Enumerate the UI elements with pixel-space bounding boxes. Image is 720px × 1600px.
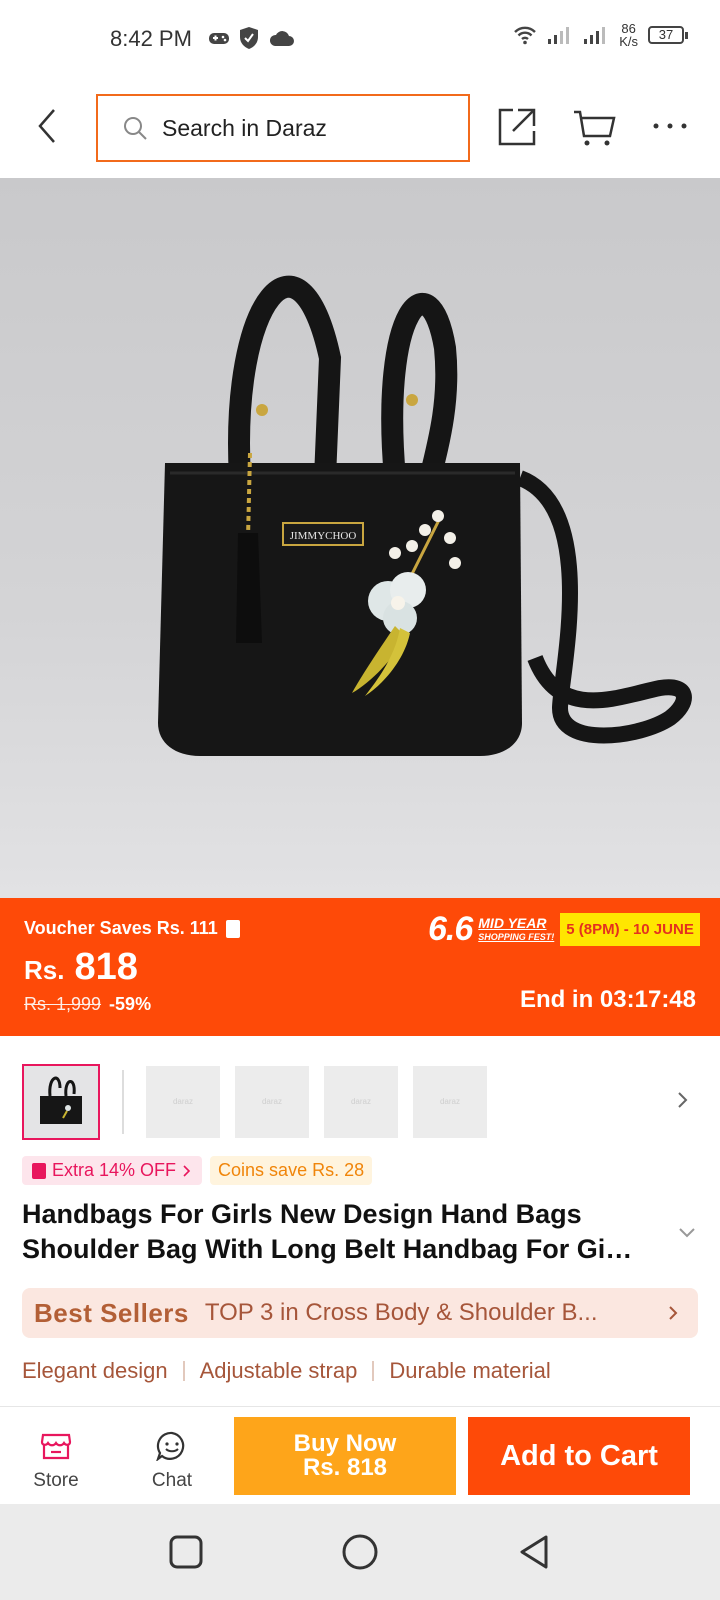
coins-chip[interactable]: Coins save Rs. 28 <box>210 1156 373 1185</box>
buy-now-label: Buy Now <box>293 1430 397 1457</box>
thumbnail[interactable]: daraz <box>146 1066 220 1138</box>
share-icon <box>498 108 536 146</box>
feature-item: Elegant design <box>22 1358 168 1383</box>
voucher-text: Voucher Saves Rs. 111 <box>24 918 218 938</box>
signal-icon <box>548 27 570 44</box>
add-to-cart-button[interactable]: Add to Cart <box>468 1417 690 1495</box>
network-speed: 86 K/s <box>619 22 638 48</box>
recent-apps-button[interactable] <box>166 1532 206 1572</box>
thumbnail[interactable]: daraz <box>235 1066 309 1138</box>
price-value: 818 <box>74 946 138 988</box>
shield-icon <box>240 27 258 49</box>
more-icon <box>653 123 687 129</box>
campaign-badge: 6.6 MID YEAR SHOPPING FEST! 5 (8PM) - 10… <box>428 910 700 949</box>
product-title: Handbags For Girls New Design Hand Bags … <box>22 1199 633 1264</box>
battery-icon: 37 <box>648 26 688 44</box>
status-icons-right: 86 K/s 37 <box>513 22 688 48</box>
voucher-icon <box>225 919 240 938</box>
status-icons-left <box>208 26 294 50</box>
cart-button[interactable] <box>572 106 616 148</box>
store-button[interactable]: Store <box>28 1431 84 1492</box>
chat-label: Chat <box>151 1470 193 1491</box>
cart-icon <box>574 110 616 146</box>
more-options-button[interactable] <box>650 108 690 144</box>
chat-icon <box>155 1431 185 1462</box>
campaign-title-text: MID YEAR <box>478 914 547 931</box>
network-speed-unit: K/s <box>619 34 638 49</box>
extra-off-chip[interactable]: Extra 14% OFF <box>22 1156 203 1185</box>
wifi-icon <box>514 26 537 45</box>
cloud-icon <box>269 31 294 46</box>
thumbnail-divider <box>122 1070 124 1134</box>
campaign-number: 6.6 <box>428 910 473 948</box>
price-currency: Rs. <box>24 955 65 985</box>
chevron-down-icon <box>679 1228 695 1238</box>
circle-icon <box>342 1534 378 1570</box>
price-banner: Voucher Saves Rs. 111 Rs. 818 Rs. 1,999 … <box>0 898 720 1036</box>
best-sellers-badge: Best Sellers <box>34 1297 189 1328</box>
chevron-right-icon <box>669 1306 678 1320</box>
handbag-illustration: JIMMYCHOO <box>158 275 692 756</box>
thumbnail[interactable]: daraz <box>413 1066 487 1138</box>
feature-highlights: Elegant design Adjustable strap Durable … <box>22 1358 551 1384</box>
back-nav-button[interactable] <box>514 1532 554 1572</box>
best-sellers-text: TOP 3 in Cross Body & Shoulder B... <box>204 1299 598 1326</box>
action-bar: Store Chat Buy Now Rs. 818 Add to Cart <box>0 1406 720 1504</box>
countdown-timer: End in 03:17:48 <box>519 986 696 1013</box>
tag-icon <box>32 1162 46 1179</box>
status-bar: 8:42 PM 86 K/s 37 <box>0 0 720 80</box>
store-label: Store <box>33 1470 79 1491</box>
feature-item: Durable material <box>389 1358 551 1383</box>
chevron-right-icon <box>183 1164 191 1177</box>
chevron-left-icon <box>38 109 55 143</box>
feature-separator <box>372 1361 375 1381</box>
campaign-dates: 5 (8PM) - 10 JUNE <box>560 913 700 946</box>
thumbnail[interactable]: daraz <box>324 1066 398 1138</box>
store-icon <box>40 1433 72 1460</box>
system-nav-bar <box>0 1504 720 1600</box>
handbag-thumbnail <box>40 1076 82 1124</box>
extra-off-text: Extra 14% OFF <box>52 1160 177 1180</box>
thumbnail-strip: daraz daraz daraz daraz <box>0 1064 720 1140</box>
share-button[interactable] <box>496 106 538 148</box>
home-button[interactable] <box>340 1532 380 1572</box>
current-price: Rs. 818 <box>24 946 138 989</box>
buy-now-button[interactable]: Buy Now Rs. 818 <box>234 1417 456 1495</box>
original-price: Rs. 1,999 <box>24 994 102 1014</box>
thumbnail-selected[interactable] <box>22 1064 100 1140</box>
feature-item: Adjustable strap <box>199 1358 358 1383</box>
expand-title-button[interactable] <box>678 1226 696 1238</box>
campaign-title: MID YEAR SHOPPING FEST! <box>478 916 554 944</box>
product-image[interactable]: JIMMYCHOO <box>0 178 720 898</box>
chevron-right-icon <box>678 1092 688 1108</box>
game-controller-icon <box>209 33 229 44</box>
best-sellers-banner[interactable]: Best Sellers TOP 3 in Cross Body & Shoul… <box>22 1288 698 1338</box>
campaign-subtitle: SHOPPING FEST! <box>478 931 555 942</box>
search-placeholder: Search in Daraz <box>162 114 327 141</box>
promo-chips: Extra 14% OFF Coins save Rs. 28 <box>22 1156 373 1185</box>
discount-percent: -59% <box>109 994 152 1014</box>
feature-separator <box>182 1361 185 1381</box>
brand-plate-text: JIMMYCHOO <box>290 530 357 542</box>
voucher-savings[interactable]: Voucher Saves Rs. 111 <box>24 918 240 939</box>
search-input[interactable]: Search in Daraz <box>96 94 470 162</box>
status-time: 8:42 PM <box>110 26 192 51</box>
top-bar: Search in Daraz <box>0 80 720 176</box>
back-button[interactable] <box>30 106 66 146</box>
chat-button[interactable]: Chat <box>144 1431 200 1492</box>
original-price-row: Rs. 1,999 -59% <box>24 994 151 1015</box>
buy-now-price: Rs. 818 <box>302 1454 388 1481</box>
search-icon <box>124 117 147 140</box>
triangle-back-icon <box>520 1535 548 1569</box>
signal-icon-2 <box>584 27 606 44</box>
square-icon <box>169 1535 203 1569</box>
thumbnails-next-button[interactable] <box>676 1088 690 1112</box>
